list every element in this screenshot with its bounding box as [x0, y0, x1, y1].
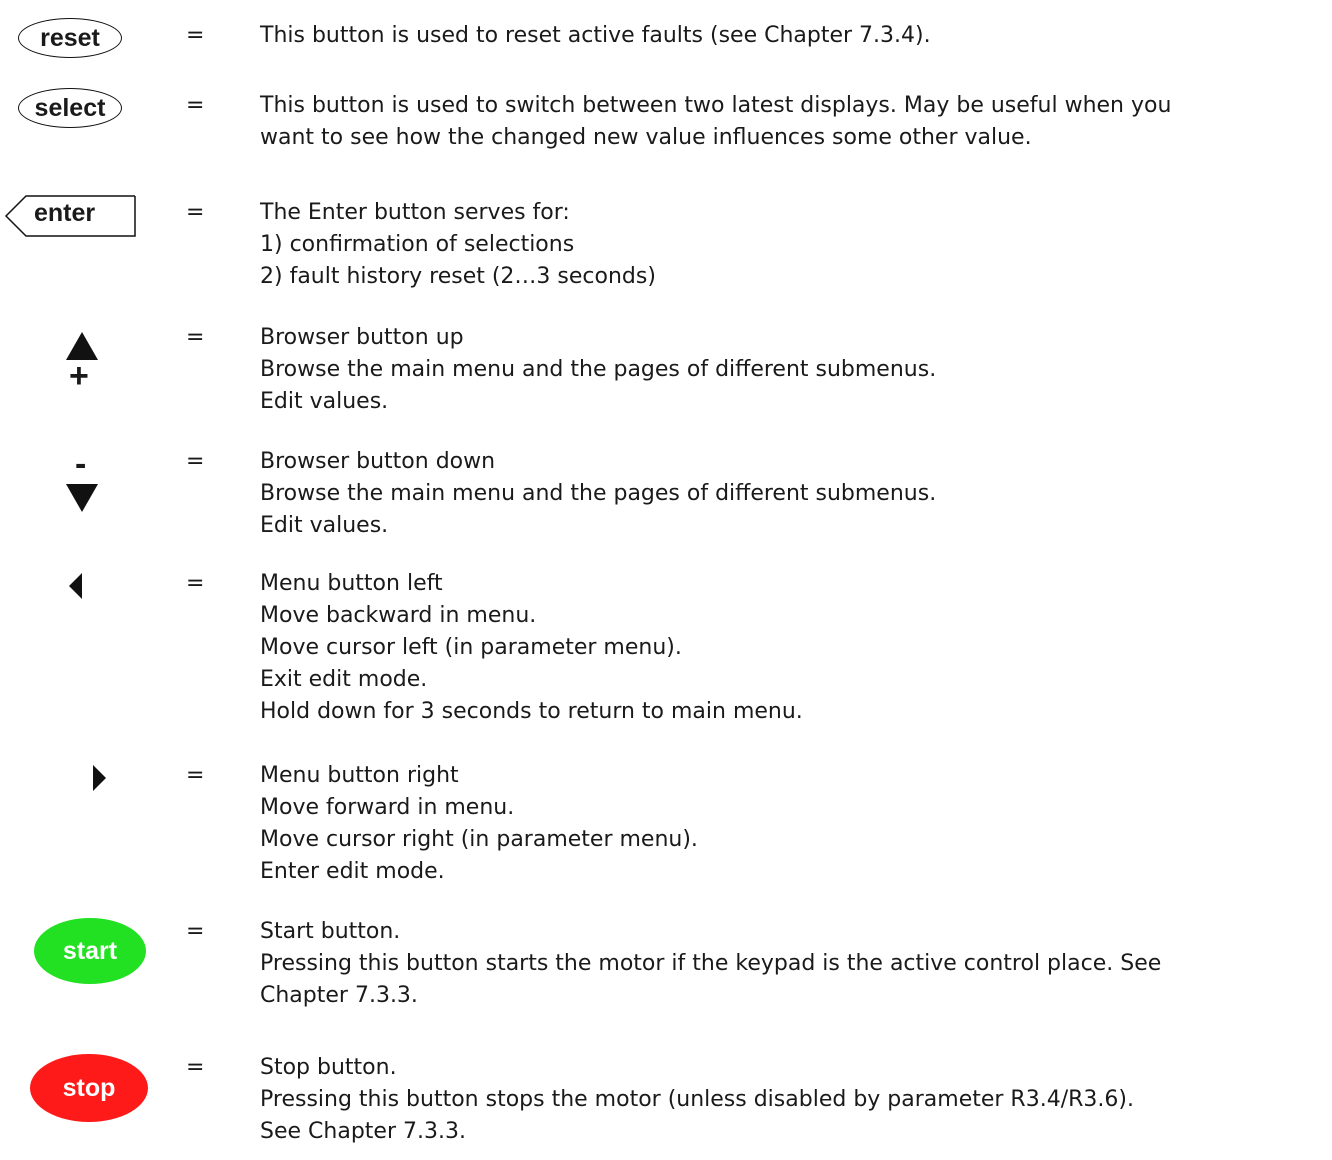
stop-description: Stop button. Pressing this button stops … [260, 1052, 1324, 1148]
browse-down-description: Browser button down Browse the main menu… [260, 446, 1324, 542]
enter-button-label: enter [34, 199, 96, 227]
description-line: The Enter button serves for: [260, 200, 570, 225]
equals-sign: = [186, 763, 205, 788]
menu-right-description: Menu button right Move forward in menu. … [260, 760, 1324, 888]
minus-icon: - [75, 445, 87, 483]
description-line: Stop button. [260, 1055, 397, 1080]
description-line: want to see how the changed new value in… [260, 125, 1032, 150]
equals-sign: = [186, 325, 205, 350]
start-button-icon: start [34, 918, 146, 984]
description-line: 2) fault history reset (2…3 seconds) [260, 264, 656, 289]
start-description: Start button. Pressing this button start… [260, 916, 1324, 1012]
reset-description: This button is used to reset active faul… [260, 20, 1324, 52]
select-button-label: select [34, 93, 106, 122]
description-line: Move backward in menu. [260, 603, 537, 628]
description-line: Browse the main menu and the pages of di… [260, 357, 937, 382]
description-line: Pressing this button stops the motor (un… [260, 1087, 1134, 1112]
description-line: Browse the main menu and the pages of di… [260, 481, 937, 506]
description-line: Pressing this button starts the motor if… [260, 951, 1162, 976]
description-line: Browser button up [260, 325, 464, 350]
description-line: See Chapter 7.3.3. [260, 1119, 466, 1144]
equals-sign: = [186, 23, 205, 48]
description-line: This button is used to reset active faul… [260, 23, 931, 48]
arrow-down-minus-icon: - [64, 445, 104, 520]
stop-button-label: stop [62, 1073, 116, 1102]
description-line: Move cursor right (in parameter menu). [260, 827, 698, 852]
description-line: Edit values. [260, 389, 389, 414]
enter-description: The Enter button serves for: 1) confirma… [260, 197, 1324, 293]
description-line: Edit values. [260, 513, 389, 538]
description-line: Start button. [260, 919, 401, 944]
equals-sign: = [186, 449, 205, 474]
equals-sign: = [186, 1055, 205, 1080]
enter-button-icon: enter [4, 195, 136, 237]
select-button-icon: select [18, 88, 122, 128]
arrow-up-plus-icon: + [64, 330, 104, 400]
arrow-left-icon [69, 573, 82, 599]
description-line: This button is used to switch between tw… [260, 93, 1172, 118]
equals-sign: = [186, 93, 205, 118]
description-line: Menu button right [260, 763, 459, 788]
description-line: 1) confirmation of selections [260, 232, 575, 257]
select-description: This button is used to switch between tw… [260, 90, 1324, 154]
equals-sign: = [186, 200, 205, 225]
arrow-right-icon [93, 765, 106, 791]
description-line: Menu button left [260, 571, 443, 596]
description-line: Move cursor left (in parameter menu). [260, 635, 682, 660]
reset-button-label: reset [40, 23, 100, 52]
start-button-label: start [62, 936, 118, 965]
browse-up-description: Browser button up Browse the main menu a… [260, 322, 1324, 418]
reset-button-icon: reset [18, 18, 122, 58]
description-line: Hold down for 3 seconds to return to mai… [260, 699, 803, 724]
equals-sign: = [186, 571, 205, 596]
plus-icon: + [69, 357, 89, 395]
arrow-down-icon [66, 484, 98, 512]
description-line: Move forward in menu. [260, 795, 515, 820]
description-line: Chapter 7.3.3. [260, 983, 418, 1008]
menu-left-description: Menu button left Move backward in menu. … [260, 568, 1324, 728]
stop-button-icon: stop [30, 1054, 148, 1122]
equals-sign: = [186, 919, 205, 944]
description-line: Exit edit mode. [260, 667, 428, 692]
description-line: Enter edit mode. [260, 859, 445, 884]
description-line: Browser button down [260, 449, 496, 474]
